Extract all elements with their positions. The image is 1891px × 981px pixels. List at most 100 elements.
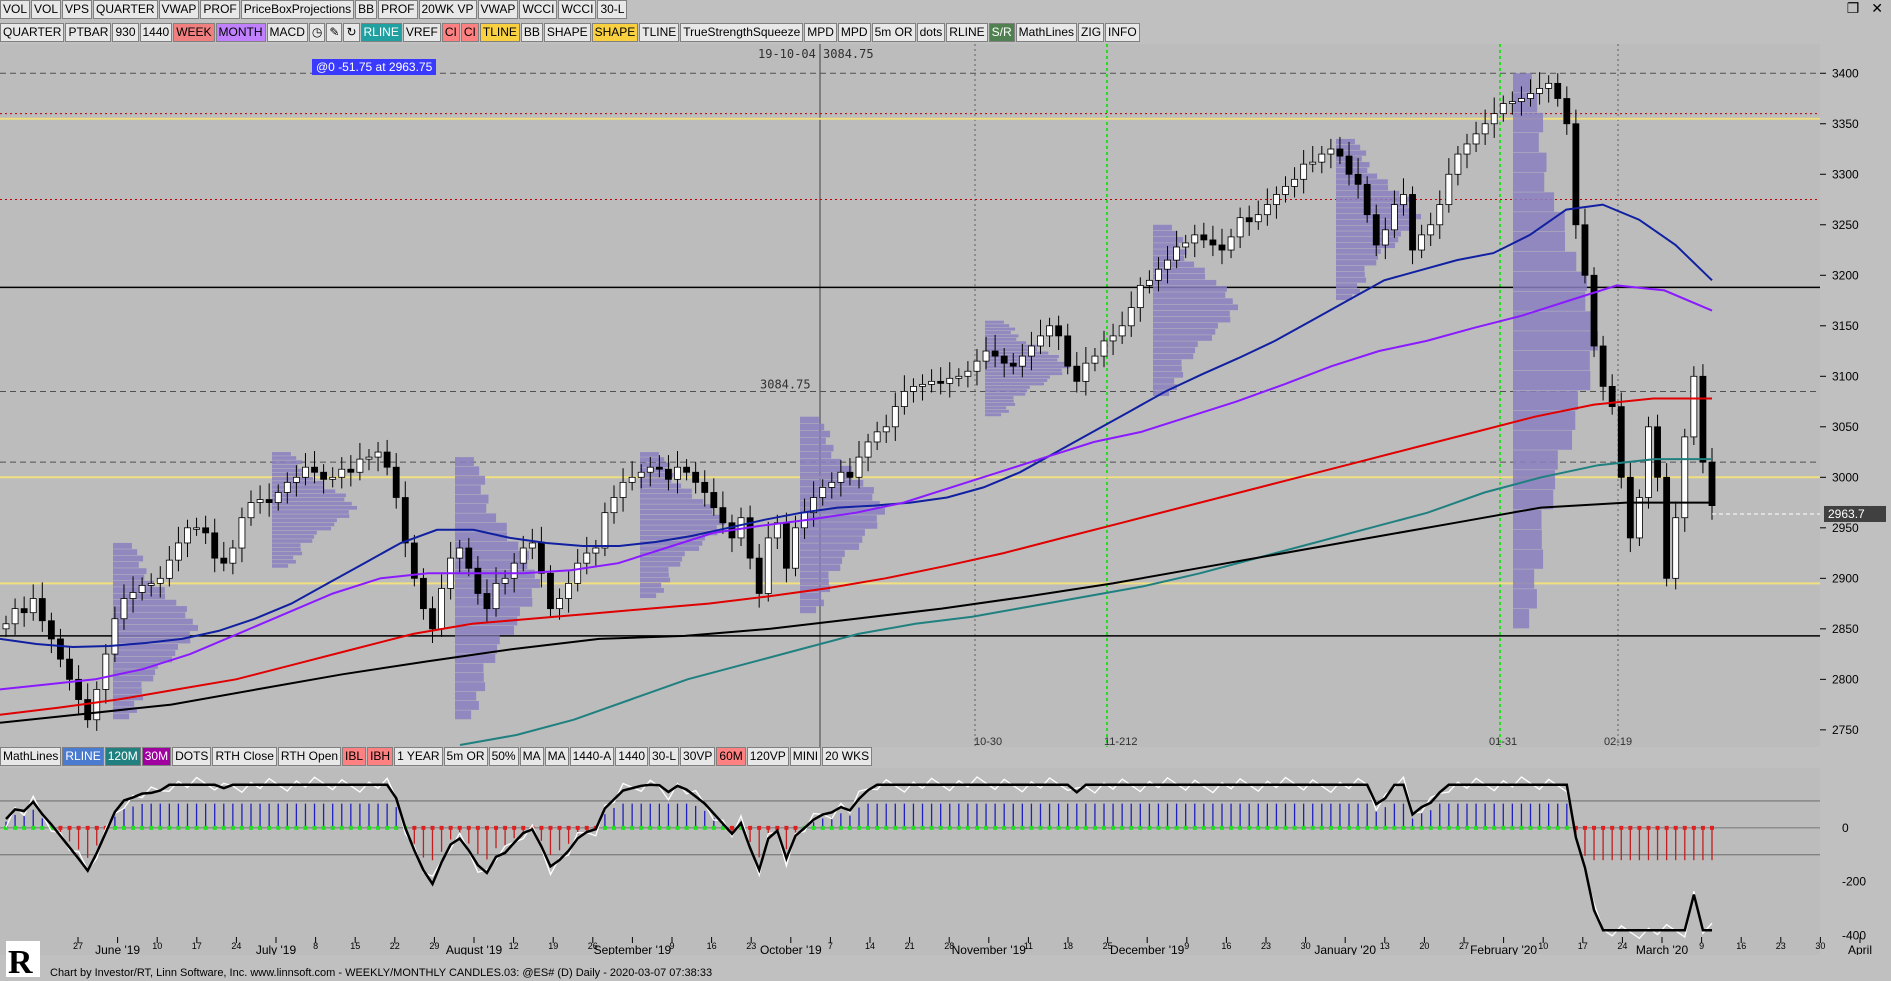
candle-body [1164,259,1171,270]
volume-profile-bar [272,468,306,473]
volume-profile-bar [985,337,1017,341]
tb3-button-1[interactable]: RLINE [62,747,104,766]
osc-zero-dot [711,825,716,830]
tb3-button-18[interactable]: 60M [716,747,746,766]
tb3-button-14[interactable]: 1440-A [569,747,615,766]
tb2-button-25[interactable]: S/R [988,23,1015,42]
tb2-button-24[interactable]: RLINE [946,23,988,42]
tb3-button-13[interactable]: MA [544,747,569,766]
tb2-button-6[interactable]: MACD [266,23,308,42]
volume-profile-bar [272,493,346,498]
tb2-button-19[interactable]: TrueStrengthSqueeze [680,23,804,42]
tb1-button-6[interactable]: PriceBoxProjections [240,0,355,19]
tb1-button-1[interactable]: VOL [31,0,62,19]
tb3-button-7[interactable]: IBL [342,747,367,766]
volume-profile-bar [800,458,842,466]
tb3-button-17[interactable]: 30VP [680,747,716,766]
tb1-button-9[interactable]: 20WK VP [418,0,477,19]
tb3-button-16[interactable]: 30-L [649,747,680,766]
volume-profile-bar [800,430,831,438]
oscillator-chart[interactable]: 0 -200 -400 27 June '19 10 17 24 July '19 8 15 22 29… [0,768,1891,955]
tb2-button-20[interactable]: MPD [804,23,837,42]
tb2-button-10[interactable]: RLINE [360,23,402,42]
tb1-button-8[interactable]: PROF [378,0,418,19]
tb2-button-11[interactable]: VREF [402,23,441,42]
osc-zero-dot [1174,825,1179,830]
tb1-button-11[interactable]: WCCI [519,0,558,19]
volume-profile-bar [1513,549,1544,569]
candle-body [1436,204,1444,226]
tb1-button-7[interactable]: BB [355,0,378,19]
tb3-button-4[interactable]: DOTS [172,747,212,766]
tb2-button-5[interactable]: MONTH [215,23,266,42]
price-chart[interactable]: 3400 3350 3300 3250 3200 3150 3100 3050 3000 2950… [0,44,1891,747]
tb3-button-19[interactable]: 120VP [746,747,789,766]
candle-body [1681,436,1689,519]
candle-body [1645,426,1652,498]
tb3-button-15[interactable]: 1440 [615,747,648,766]
tb1-button-0[interactable]: VOL [0,0,31,19]
close-icon[interactable]: ✕ [1871,0,1883,17]
tb2-button-14[interactable]: TLINE [479,23,520,42]
pencil-icon[interactable]: ✎ [326,23,343,42]
tb2-button-0[interactable]: QUARTER [0,23,65,42]
tb2-button-23[interactable]: dots [916,23,946,42]
tb2-button-16[interactable]: SHAPE [543,23,591,42]
candle-body [1191,234,1199,244]
candle-body [229,547,237,564]
tb3-button-10[interactable]: 5m OR [443,747,488,766]
tb2-button-3[interactable]: 1440 [139,23,173,42]
tb2-button-28[interactable]: INFO [1105,23,1140,42]
candle-body [483,593,491,610]
tb3-button-0[interactable]: MathLines [0,747,62,766]
tb2-button-18[interactable]: TLINE [639,23,680,42]
tb2-button-21[interactable]: MPD [837,23,871,42]
tb2-button-15[interactable]: BB [520,23,543,42]
volume-profile-bar [113,618,193,625]
tb3-button-11[interactable]: 50% [488,747,519,766]
candle-body [819,487,827,498]
tb2-button-4[interactable]: WEEK [173,23,215,42]
tb3-button-5[interactable]: RTH Close [212,747,277,766]
tb3-button-8[interactable]: IBH [367,747,394,766]
tb1-button-4[interactable]: VWAP [158,0,200,19]
osc-zero-dot [1256,825,1261,830]
tb1-button-3[interactable]: QUARTER [93,0,158,19]
volume-profile-bar [1513,351,1590,371]
candle-body [1545,82,1553,89]
tb2-button-13[interactable]: CI [460,23,479,42]
volume-profile-bar [272,464,298,469]
tb2-button-22[interactable]: 5m OR [871,23,916,42]
tb2-button-26[interactable]: MathLines [1015,23,1078,42]
tb1-button-2[interactable]: VPS [62,0,93,19]
volume-profile-bar [272,485,325,489]
tb2-button-12[interactable]: CI [441,23,460,42]
restore-icon[interactable]: ❐ [1847,0,1860,17]
tb2-button-1[interactable]: PTBAR [65,23,112,42]
x-tick-label: 11 [1024,941,1033,951]
tb3-button-2[interactable]: 120M [104,747,141,766]
tb1-button-12[interactable]: WCCI [558,0,597,19]
tb1-button-10[interactable]: VWAP [477,0,519,19]
osc-zero-dot [1664,825,1669,830]
refresh-icon[interactable]: ↻ [343,23,360,42]
candle-body [1536,88,1543,94]
candle-body [1363,183,1371,216]
tb2-button-27[interactable]: ZIG [1078,23,1105,42]
tb1-button-13[interactable]: 30-L [597,0,628,19]
tb3-button-12[interactable]: MA [519,747,544,766]
tb1-button-5[interactable]: PROF [200,0,240,19]
candle-body [1000,355,1008,364]
tb2-button-2[interactable]: 930 [112,23,139,42]
tb2-button-17[interactable]: SHAPE [591,23,639,42]
volume-profile-bar [1513,231,1566,252]
osc-zero-dot [1700,825,1705,830]
tb3-button-3[interactable]: 30M [141,747,172,766]
clock-icon[interactable]: ◷ [308,23,326,42]
tb3-button-21[interactable]: 20 WKS [822,747,873,766]
tb3-button-9[interactable]: 1 YEAR [394,747,443,766]
osc-zero-dot [602,825,607,830]
candle-body [1427,224,1435,236]
tb3-button-20[interactable]: MINI [789,747,822,766]
tb3-button-6[interactable]: RTH Open [277,747,342,766]
